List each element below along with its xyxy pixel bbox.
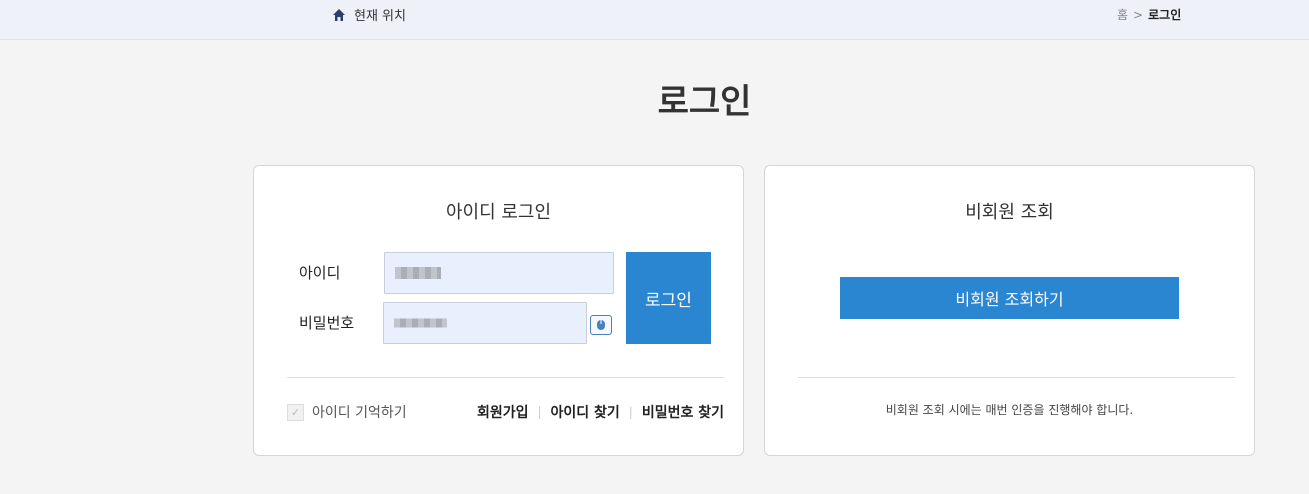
signup-link[interactable]: 회원가입 xyxy=(477,402,529,422)
password-input[interactable] xyxy=(383,302,587,344)
location-bar: 현재 위치 홈 > 로그인 xyxy=(0,0,1309,40)
find-id-link[interactable]: 아이디 찾기 xyxy=(551,402,620,422)
page-title: 로그인 xyxy=(657,82,752,122)
id-input[interactable] xyxy=(384,252,614,294)
guest-lookup-button[interactable]: 비회원 조회하기 xyxy=(840,277,1179,319)
divider xyxy=(287,377,724,378)
current-location-label: 현재 위치 xyxy=(354,9,406,24)
id-label: 아이디 xyxy=(299,264,341,282)
divider xyxy=(798,377,1235,378)
guest-lookup-notice: 비회원 조회 시에는 매번 인증을 진행해야 합니다. xyxy=(885,403,1134,417)
breadcrumb-separator: > xyxy=(1133,7,1144,22)
virtual-keyboard-button[interactable] xyxy=(590,315,612,335)
guest-lookup-title: 비회원 조회 xyxy=(965,202,1054,223)
mouse-icon xyxy=(597,320,605,330)
breadcrumb-home[interactable]: 홈 xyxy=(1117,6,1128,23)
find-password-link[interactable]: 비밀번호 찾기 xyxy=(642,402,724,422)
masked-id-value xyxy=(395,267,441,279)
remember-id-checkbox[interactable]: ✓ xyxy=(287,403,304,421)
member-login-panel: 아이디 로그인 아이디 비밀번호 로그인 ✓ 아이디 기억하기 회원가입 | 아… xyxy=(253,165,744,456)
breadcrumb: 홈 > 로그인 xyxy=(1117,6,1181,23)
remember-id-label: 아이디 기억하기 xyxy=(312,405,407,421)
account-links: 회원가입 | 아이디 찾기 | 비밀번호 찾기 xyxy=(477,402,724,422)
home-icon[interactable] xyxy=(332,8,346,22)
current-location: 현재 위치 xyxy=(332,5,406,24)
breadcrumb-current: 로그인 xyxy=(1148,8,1182,22)
link-separator: | xyxy=(537,405,542,419)
login-button[interactable]: 로그인 xyxy=(626,252,711,344)
member-login-title: 아이디 로그인 xyxy=(445,202,552,223)
guest-lookup-panel: 비회원 조회 비회원 조회하기 비회원 조회 시에는 매번 인증을 진행해야 합… xyxy=(764,165,1255,456)
password-label: 비밀번호 xyxy=(299,314,355,332)
masked-password-value xyxy=(394,318,447,328)
remember-id[interactable]: ✓ 아이디 기억하기 xyxy=(287,402,407,422)
link-separator: | xyxy=(628,405,633,419)
